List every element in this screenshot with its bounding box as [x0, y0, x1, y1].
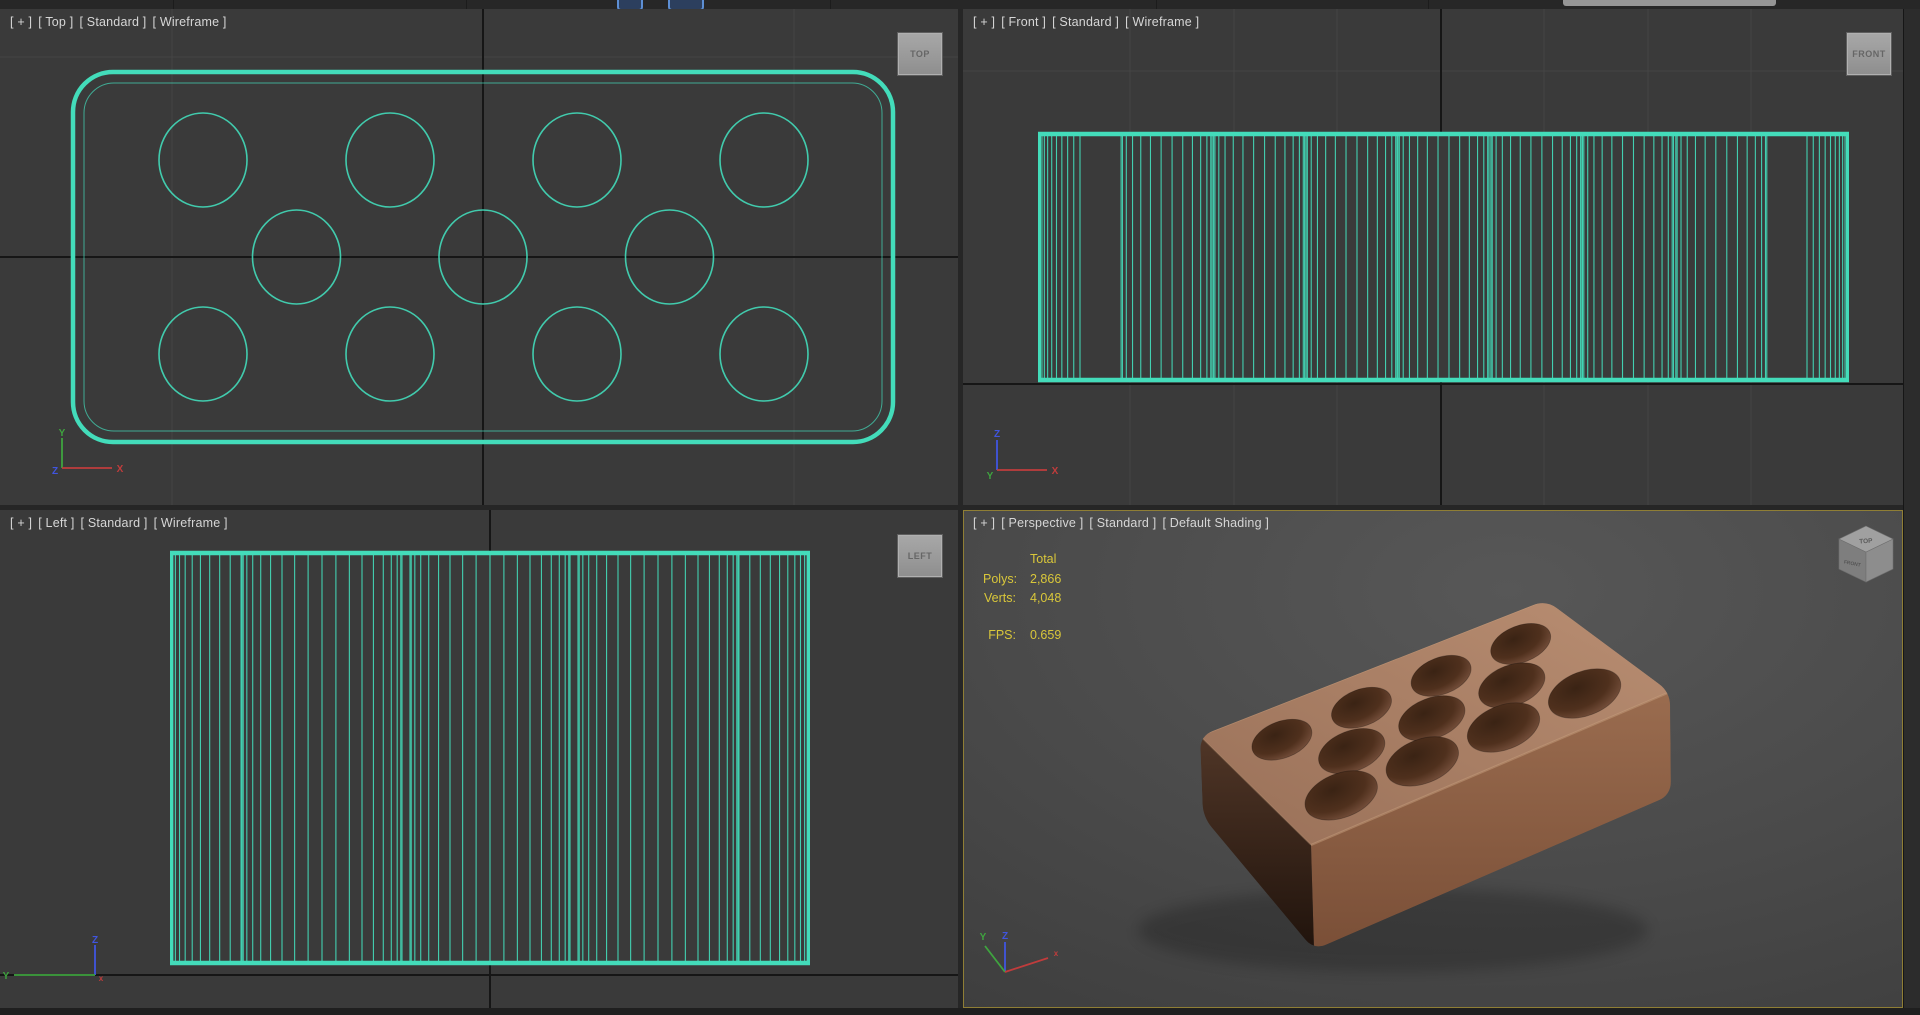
- svg-text:x: x: [1054, 949, 1059, 958]
- viewport-splitter-vertical[interactable]: [958, 9, 963, 1008]
- toolbar-button-fragment[interactable]: [617, 0, 643, 9]
- viewport-canvas-left[interactable]: [0, 510, 958, 1008]
- stats-row-polys: Polys: 2,866: [983, 570, 1061, 590]
- toolbar-handle-fragment[interactable]: [1563, 0, 1776, 6]
- svg-text:Y: Y: [3, 971, 10, 982]
- world-axis-gizmo: Y X Z: [52, 428, 124, 477]
- svg-text:X: X: [117, 464, 124, 475]
- svg-text:x: x: [99, 974, 104, 983]
- viewport-menu-standard[interactable]: [ Standard ]: [79, 15, 146, 29]
- viewport-splitter-horizontal[interactable]: [0, 505, 1903, 510]
- viewport-menu-standard[interactable]: [ Standard ]: [1052, 15, 1119, 29]
- viewport-label: [ + ] [ Top ] [ Standard ] [ Wireframe ]: [10, 15, 227, 29]
- stats-label: FPS:: [988, 627, 1016, 642]
- viewport-menu-general[interactable]: [ + ]: [10, 15, 32, 29]
- stats-label: Polys:: [983, 571, 1018, 586]
- view-cube[interactable]: TOPFRONT: [1833, 520, 1903, 592]
- stats-value: 0.659: [1030, 627, 1062, 642]
- world-axis-gizmo: Z Yx: [3, 935, 104, 983]
- viewport-menu-shading[interactable]: [ Wireframe ]: [1125, 15, 1199, 29]
- toolbar-separator: [830, 0, 831, 9]
- stats-header: Total: [1030, 552, 1057, 566]
- viewport-menu-standard[interactable]: [ Standard ]: [81, 516, 148, 530]
- viewport-menu-shading[interactable]: [ Default Shading ]: [1162, 516, 1269, 530]
- statistics-overlay: Total Polys: 2,866 Verts: 4,048 FPS: 0.6…: [983, 550, 1061, 645]
- svg-text:X: X: [1052, 466, 1059, 477]
- viewport-menu-shading[interactable]: [ Wireframe ]: [152, 15, 226, 29]
- stats-header-row: Total: [983, 550, 1061, 570]
- viewport-menu-shading[interactable]: [ Wireframe ]: [154, 516, 228, 530]
- world-axis-gizmo: Z X Y: [987, 429, 1059, 482]
- stats-row-fps: FPS: 0.659: [983, 626, 1061, 646]
- toolbar-separator: [173, 0, 174, 9]
- viewport-canvas-perspective[interactable]: [963, 510, 1903, 1008]
- toolbar-button-fragment[interactable]: [668, 0, 704, 9]
- svg-text:Y: Y: [987, 471, 994, 482]
- svg-text:Z: Z: [92, 935, 98, 946]
- viewport-left[interactable]: [ + ] [ Left ] [ Standard ] [ Wireframe …: [0, 510, 958, 1008]
- viewport-menu-general[interactable]: [ + ]: [10, 516, 32, 530]
- svg-text:TOP: TOP: [1859, 538, 1873, 546]
- svg-text:Z: Z: [52, 466, 58, 477]
- world-axis-gizmo: Z Yx: [980, 931, 1059, 973]
- stats-row-verts: Verts: 4,048: [983, 589, 1061, 609]
- viewport-menu-general[interactable]: [ + ]: [973, 15, 995, 29]
- svg-text:Z: Z: [994, 429, 1000, 440]
- viewport-label: [ + ] [ Front ] [ Standard ] [ Wireframe…: [973, 15, 1199, 29]
- viewport-label: [ + ] [ Left ] [ Standard ] [ Wireframe …: [10, 516, 228, 530]
- viewport-front[interactable]: [ + ] [ Front ] [ Standard ] [ Wireframe…: [963, 9, 1903, 505]
- axis-view-button-front[interactable]: FRONT: [1846, 32, 1892, 76]
- svg-text:Z: Z: [1002, 931, 1008, 942]
- viewport-label: [ + ] [ Perspective ] [ Standard ] [ Def…: [973, 516, 1269, 530]
- viewport-canvas-top[interactable]: [0, 9, 958, 505]
- viewport-menu-pov[interactable]: [ Front ]: [1001, 15, 1046, 29]
- stats-label: Verts:: [984, 591, 1016, 605]
- viewport-top[interactable]: [ + ] [ Top ] [ Standard ] [ Wireframe ]…: [0, 9, 958, 505]
- viewport-canvas-front[interactable]: [963, 9, 1903, 505]
- axis-view-button-top[interactable]: TOP: [897, 32, 943, 76]
- max-viewport-layout: [ + ] [ Top ] [ Standard ] [ Wireframe ]…: [0, 0, 1920, 1015]
- window-bottom-edge: [0, 1008, 1920, 1015]
- svg-text:Y: Y: [59, 428, 66, 439]
- svg-text:Y: Y: [980, 932, 987, 943]
- viewport-menu-pov[interactable]: [ Left ]: [38, 516, 74, 530]
- stats-value: 4,048: [1030, 591, 1062, 605]
- window-right-edge: [1903, 0, 1920, 1015]
- viewport-perspective[interactable]: TOP FRONT [ + ] [ Perspective ] [ Standar…: [963, 510, 1903, 1008]
- viewport-menu-general[interactable]: [ + ]: [973, 516, 995, 530]
- toolbar-sliver: [0, 0, 1920, 9]
- viewport-menu-pov[interactable]: [ Perspective ]: [1001, 516, 1083, 530]
- viewport-menu-standard[interactable]: [ Standard ]: [1089, 516, 1156, 530]
- toolbar-separator: [1428, 0, 1429, 9]
- axis-view-button-left[interactable]: LEFT: [897, 534, 943, 578]
- toolbar-separator: [466, 0, 467, 9]
- stats-value: 2,866: [1030, 571, 1062, 586]
- toolbar-separator: [1156, 0, 1157, 9]
- viewport-menu-pov[interactable]: [ Top ]: [38, 15, 73, 29]
